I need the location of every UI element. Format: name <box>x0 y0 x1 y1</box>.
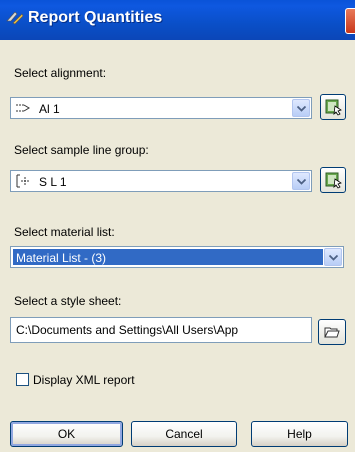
alignment-icon <box>16 104 30 112</box>
sample-line-group-value: S L 1 <box>39 175 67 189</box>
cancel-button[interactable]: Cancel <box>131 421 237 447</box>
close-button[interactable] <box>345 8 355 34</box>
window-title: Report Quantities <box>28 9 163 26</box>
style-sheet-path-value: C:\Documents and Settings\All Users\App <box>16 323 239 337</box>
sample-line-icon <box>16 174 29 188</box>
app-icon <box>6 11 24 25</box>
alignment-label: Select alignment: <box>14 66 107 80</box>
help-button[interactable]: Help <box>251 421 348 447</box>
style-sheet-label: Select a style sheet: <box>14 294 122 308</box>
browse-style-sheet-button[interactable] <box>318 319 346 345</box>
alignment-dropdown[interactable]: Al 1 <box>10 97 312 119</box>
chevron-down-icon <box>329 255 338 261</box>
title-bar[interactable]: Report Quantities <box>0 0 355 40</box>
material-list-label: Select material list: <box>14 225 115 239</box>
material-list-dropdown[interactable]: Material List - (3) <box>10 246 344 268</box>
pick-from-drawing-icon <box>325 99 342 116</box>
alignment-value: Al 1 <box>39 102 60 116</box>
pick-from-drawing-icon <box>325 172 342 189</box>
display-xml-report-label: Display XML report <box>33 373 135 387</box>
chevron-down-icon <box>297 179 306 185</box>
folder-open-icon <box>324 327 340 338</box>
alignment-dropdown-arrow[interactable] <box>292 99 310 117</box>
ok-button[interactable]: OK <box>10 421 123 447</box>
sample-line-group-dropdown[interactable]: S L 1 <box>10 170 312 192</box>
style-sheet-path-field[interactable]: C:\Documents and Settings\All Users\App <box>10 317 312 343</box>
material-list-dropdown-arrow[interactable] <box>324 248 342 266</box>
pick-alignment-button[interactable] <box>320 94 346 120</box>
chevron-down-icon <box>297 106 306 112</box>
sample-line-group-label: Select sample line group: <box>14 143 149 157</box>
material-list-value: Material List - (3) <box>16 251 107 265</box>
pick-sample-line-group-button[interactable] <box>320 167 346 193</box>
sample-line-group-dropdown-arrow[interactable] <box>292 172 310 190</box>
display-xml-report-checkbox[interactable] <box>16 373 29 386</box>
